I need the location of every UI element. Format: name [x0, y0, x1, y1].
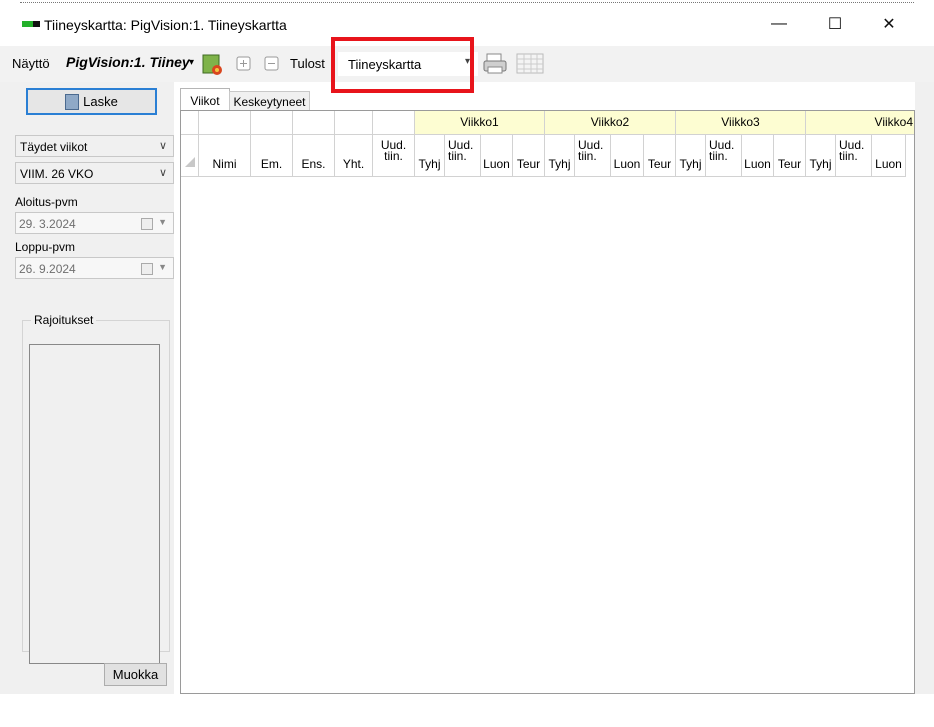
laske-button[interactable]: Laske — [26, 88, 157, 115]
col-w1-tyhj[interactable]: Tyhj — [415, 135, 445, 177]
header-cell — [335, 111, 373, 135]
col-w4-uud-tiin[interactable]: Uud. tiin. — [836, 135, 872, 177]
header-cell — [199, 111, 251, 135]
highlight-box — [331, 37, 474, 93]
col-w2-tyhj[interactable]: Tyhj — [545, 135, 575, 177]
col-w3-tyhj[interactable]: Tyhj — [676, 135, 706, 177]
end-date-label: Loppu-pvm — [15, 240, 76, 254]
col-w1-teur[interactable]: Teur — [513, 135, 545, 177]
maximize-button[interactable]: ☐ — [812, 9, 858, 39]
col-w1-uud-tiin[interactable]: Uud. tiin. — [445, 135, 481, 177]
tulos-label: Tulost — [290, 56, 325, 71]
printer-icon[interactable] — [482, 52, 508, 76]
chevron-down-icon: ∨ — [158, 167, 167, 179]
calendar-icon — [141, 263, 153, 275]
col-w3-luon[interactable]: Luon — [742, 135, 774, 177]
col-w4-luon[interactable]: Luon — [872, 135, 906, 177]
close-button[interactable]: ✕ — [866, 9, 912, 39]
range-select[interactable]: VIIM. 26 VKO ∨ — [15, 162, 174, 184]
end-date-field[interactable]: 26. 9.2024 ▼ — [15, 257, 174, 279]
col-nimi[interactable]: Nimi — [199, 135, 251, 177]
settings-gear-icon[interactable] — [202, 54, 222, 75]
col-em[interactable]: Em. — [251, 135, 293, 177]
chevron-down-icon: ∨ — [158, 140, 167, 152]
nayto-label: Näyttö — [12, 56, 50, 71]
week-header-3: Viikko3 — [676, 111, 806, 135]
laske-label: Laske — [83, 94, 118, 109]
left-panel: Laske Täydet viikot ∨ VIIM. 26 VKO ∨ Alo… — [10, 82, 174, 694]
header-cell — [251, 111, 293, 135]
left-margin — [0, 82, 10, 694]
grid-view-icon[interactable] — [516, 53, 544, 75]
header-cell — [181, 111, 199, 135]
chevron-down-icon: ▼ — [158, 217, 167, 227]
header-cell — [293, 111, 335, 135]
view-dropdown-arrow[interactable]: ▾ — [189, 57, 194, 68]
chevron-down-icon: ▼ — [158, 262, 167, 272]
minimize-button[interactable]: — — [756, 9, 802, 39]
week-header-1: Viikko1 — [415, 111, 545, 135]
collapse-icon[interactable] — [264, 56, 280, 72]
week-header-2: Viikko2 — [545, 111, 676, 135]
muokka-button[interactable]: Muokka — [104, 663, 167, 686]
header-cell — [373, 111, 415, 135]
app-icon — [22, 21, 40, 27]
col-w2-teur[interactable]: Teur — [644, 135, 676, 177]
restrictions-label: Rajoitukset — [31, 313, 97, 327]
range-select-value: VIIM. 26 VKO — [20, 167, 94, 181]
col-w4-tyhj[interactable]: Tyhj — [806, 135, 836, 177]
view-name-dropdown[interactable]: PigVision:1. Tiiney — [66, 54, 190, 70]
col-w1-luon[interactable]: Luon — [481, 135, 513, 177]
week-header-4: Viikko4 — [806, 111, 914, 135]
calculator-icon — [65, 93, 80, 110]
col-w3-teur[interactable]: Teur — [774, 135, 806, 177]
col-w2-uud-tiin[interactable]: Uud. tiin. — [575, 135, 611, 177]
start-date-field[interactable]: 29. 3.2024 ▼ — [15, 212, 174, 234]
restrictions-list[interactable] — [29, 344, 160, 664]
col-ens[interactable]: Ens. — [293, 135, 335, 177]
expand-icon[interactable] — [236, 56, 252, 72]
calendar-icon — [141, 218, 153, 230]
tab-bar: Viikot Keskeytyneet — [180, 88, 915, 112]
col-w3-uud-tiin[interactable]: Uud. tiin. — [706, 135, 742, 177]
tab-keskeytyneet[interactable]: Keskeytyneet — [229, 91, 310, 111]
start-date-value: 29. 3.2024 — [19, 217, 76, 231]
col-yht[interactable]: Yht. — [335, 135, 373, 177]
period-select-value: Täydet viikot — [20, 140, 88, 154]
period-select[interactable]: Täydet viikot ∨ — [15, 135, 174, 157]
end-date-value: 26. 9.2024 — [19, 262, 76, 276]
row-header-cell — [181, 135, 199, 177]
window-title: Tiineyskartta: PigVision:1. Tiineyskartt… — [44, 17, 287, 33]
data-grid: Viikko1 Viikko2 Viikko3 Viikko4 Nimi Em.… — [180, 110, 915, 694]
right-margin — [915, 82, 934, 694]
col-uud-tiin[interactable]: Uud. tiin. — [373, 135, 415, 177]
col-w2-luon[interactable]: Luon — [611, 135, 644, 177]
bottom-area — [0, 694, 934, 727]
tab-viikot[interactable]: Viikot — [180, 88, 230, 112]
start-date-label: Aloitus-pvm — [15, 195, 78, 209]
